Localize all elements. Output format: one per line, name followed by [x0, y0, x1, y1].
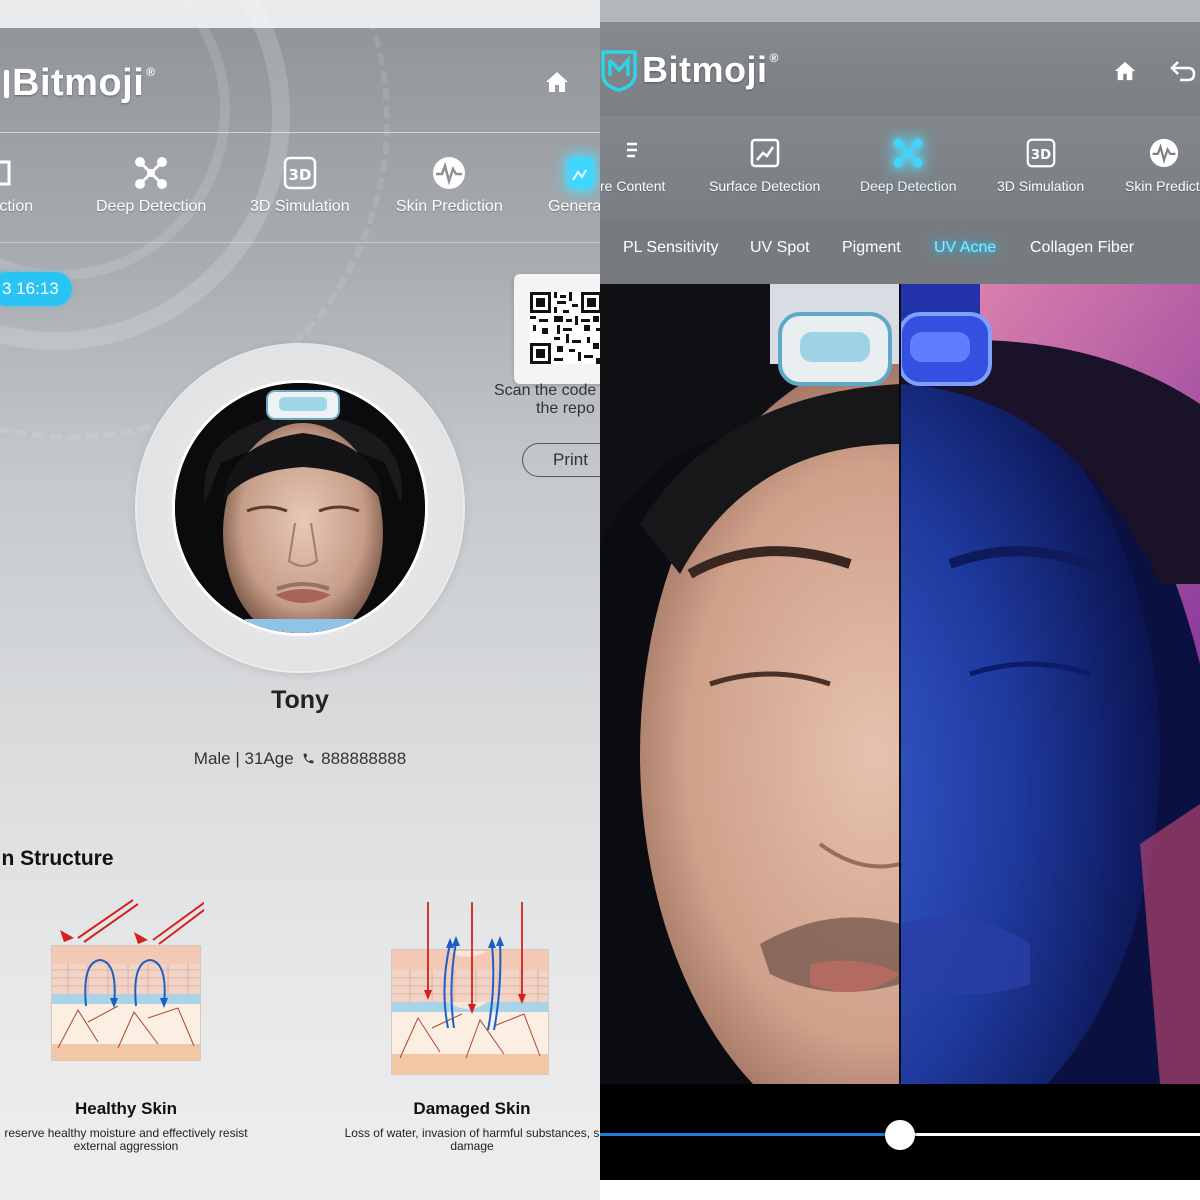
nav-label: 3D Simulation — [250, 198, 350, 215]
nav-label: Skin Predicti — [1125, 178, 1200, 194]
brand-name: Bitmoji — [12, 62, 145, 104]
texture-content-icon — [623, 136, 643, 170]
qr-code — [530, 292, 600, 364]
face-photo — [175, 383, 425, 633]
nav-surface-detection[interactable]: Surface Detection — [709, 136, 820, 194]
slider-track[interactable] — [900, 1133, 1200, 1136]
scan-text-line: Scan the code — [494, 382, 597, 399]
nav-3d-simulation[interactable]: 3D 3D Simulation — [250, 156, 350, 216]
surface-detection-icon — [748, 136, 782, 170]
damaged-skin-diagram — [391, 902, 549, 1075]
profile-info: Male | 31Age 888888888 — [0, 749, 600, 770]
3d-simulation-icon: 3D — [283, 156, 317, 190]
logo-shield-icon — [601, 50, 637, 92]
back-icon[interactable] — [1168, 56, 1198, 86]
registered-mark: ® — [769, 51, 779, 65]
profile-name: Tony — [271, 686, 329, 714]
nav-label: Deep Detection — [96, 198, 207, 215]
nav-3d-simulation[interactable]: 3D 3D Simulation — [997, 136, 1084, 194]
comparison-photo[interactable] — [600, 284, 1200, 1084]
healthy-skin-title: Healthy Skin — [74, 1099, 178, 1118]
nav-label: Surface Detection — [709, 178, 821, 194]
skin-prediction-icon — [432, 156, 466, 190]
damaged-skin-desc: Loss of water, invasion of harmful subst… — [322, 1127, 600, 1153]
nav-deep-detection[interactable]: Deep Detection — [96, 156, 206, 216]
nav-skin-prediction[interactable]: Skin Prediction — [396, 156, 503, 216]
header-divider — [0, 132, 600, 133]
logo-mark-icon — [4, 69, 9, 98]
damaged-skin-title: Damaged Skin — [413, 1099, 531, 1118]
brand-logo: Bitmoji ® — [4, 62, 155, 105]
slider-track-filled — [600, 1133, 900, 1136]
healthy-skin-caption: Healthy Skin reserve healthy moisture an… — [0, 1099, 262, 1153]
healthy-skin-diagram — [51, 899, 204, 1061]
brand-logo: Bitmoji ® — [600, 48, 778, 92]
right-panel-detection: Bitmoji ® re Content Surface Detection D… — [600, 0, 1200, 1200]
phone-icon — [302, 750, 315, 770]
desc-line: external aggression — [73, 1139, 179, 1153]
desc-line: damage — [450, 1139, 494, 1153]
deep-detection-icon — [891, 136, 925, 170]
bottom-strip — [600, 1180, 1200, 1200]
print-button[interactable]: Print — [522, 443, 600, 477]
avatar — [172, 380, 428, 636]
scan-text-line: the repo — [536, 400, 595, 417]
surface-detection-icon — [0, 156, 27, 190]
subtab-pl-sensitivity[interactable]: PL Sensitivity — [623, 239, 718, 257]
phone-number: 888888888 — [321, 749, 407, 768]
scan-instructions: Scan the code the repo — [494, 382, 600, 418]
face-comparison-image — [600, 284, 1200, 1084]
nav-general-report[interactable]: General — [548, 156, 600, 216]
subtab-collagen-fiber[interactable]: Collagen Fiber — [1030, 239, 1134, 257]
svg-text:3D: 3D — [1030, 148, 1050, 163]
nav-divider — [0, 242, 600, 243]
damaged-skin-caption: Damaged Skin Loss of water, invasion of … — [322, 1099, 600, 1153]
nav-label: re Content — [600, 178, 666, 194]
qr-card — [514, 274, 600, 384]
brand-name: Bitmoji — [642, 49, 768, 90]
timestamp-badge: 3 16:13 — [0, 272, 72, 306]
section-title-skin-structure: kin Structure — [0, 847, 114, 870]
nav-label: General — [548, 198, 600, 215]
home-icon[interactable] — [542, 67, 572, 97]
skin-prediction-icon — [1147, 136, 1181, 170]
nav-deep-detection[interactable]: Deep Detection — [860, 136, 957, 194]
subtab-pigment[interactable]: Pigment — [842, 239, 901, 257]
deep-detection-icon — [134, 156, 168, 190]
registered-mark: ® — [146, 64, 156, 79]
home-icon[interactable] — [1110, 56, 1140, 86]
top-strip — [600, 0, 1200, 22]
comparison-slider-handle[interactable] — [885, 1120, 915, 1150]
nav-surface-detection[interactable]: tection — [0, 156, 33, 216]
3d-simulation-icon: 3D — [1024, 136, 1058, 170]
subtab-uv-spot[interactable]: UV Spot — [750, 239, 810, 257]
gender-age: Male | 31Age — [193, 749, 294, 768]
subtab-uv-acne[interactable]: UV Acne — [934, 239, 996, 257]
nav-skin-prediction[interactable]: Skin Predicti — [1125, 136, 1200, 194]
left-panel-report: Bitmoji ® tection Deep Detection — [0, 0, 600, 1200]
nav-label: Skin Prediction — [396, 198, 503, 215]
healthy-skin-desc: reserve healthy moisture and effectively… — [0, 1127, 262, 1153]
nav-label: 3D Simulation — [997, 178, 1085, 194]
general-report-icon — [559, 156, 594, 190]
svg-text:3D: 3D — [288, 166, 311, 184]
nav-label: tection — [0, 198, 34, 215]
nav-texture-content[interactable]: re Content — [600, 136, 665, 194]
nav-label: Deep Detection — [860, 178, 957, 194]
